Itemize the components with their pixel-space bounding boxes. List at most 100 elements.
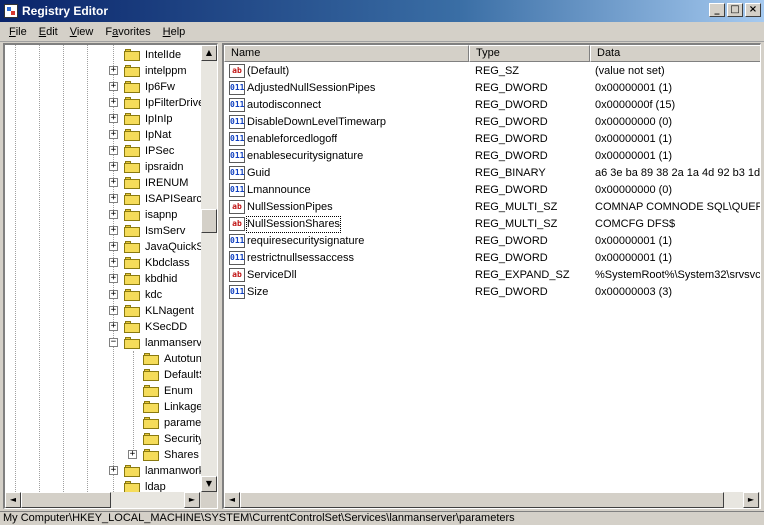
menu-favorites[interactable]: Favorites — [99, 26, 156, 38]
menu-help[interactable]: Help — [157, 26, 192, 38]
tree-expand-button[interactable]: + — [109, 162, 118, 171]
folder-icon — [124, 177, 140, 189]
tree-vertical-scrollbar[interactable]: ▲ ▼ — [201, 45, 217, 492]
tree-expand-button[interactable]: + — [128, 450, 137, 459]
tree-expand-button[interactable]: + — [109, 146, 118, 155]
value-data: 0x00000001 (1) — [595, 252, 673, 264]
list-hscroll-thumb[interactable] — [240, 492, 724, 508]
maximize-button[interactable]: □ — [727, 3, 743, 17]
tree-item[interactable]: paramet — [5, 415, 203, 431]
menu-view[interactable]: View — [64, 26, 100, 38]
tree-item[interactable]: + intelppm — [5, 63, 203, 79]
tree-item[interactable]: + JavaQuickSt — [5, 239, 203, 255]
tree-expand-button[interactable]: + — [109, 178, 118, 187]
tree-item[interactable]: IntelIde — [5, 47, 203, 63]
tree-item[interactable]: + Ip6Fw — [5, 79, 203, 95]
tree-expand-button[interactable]: + — [109, 306, 118, 315]
tree-scroll-thumb[interactable] — [201, 209, 217, 233]
tree-expand-button[interactable]: + — [109, 258, 118, 267]
title-bar[interactable]: Registry Editor _ □ × — [0, 0, 764, 22]
value-type: REG_DWORD — [475, 99, 548, 111]
values-list-pane[interactable]: Name Type Data ab (Default) REG_SZ (value n… — [222, 43, 761, 509]
tree-horizontal-scrollbar[interactable]: ◄ ► — [5, 492, 201, 508]
tree-item[interactable]: + ipsraidn — [5, 159, 203, 175]
tree-item[interactable]: ldap — [5, 479, 203, 492]
close-button[interactable]: × — [745, 3, 761, 17]
minimize-button[interactable]: _ — [709, 3, 725, 17]
tree-scroll-down-button[interactable]: ▼ — [201, 476, 217, 492]
tree-item[interactable]: Security — [5, 431, 203, 447]
tree-item[interactable]: + Kbdclass — [5, 255, 203, 271]
tree-item-label: lanmanworks — [145, 465, 203, 477]
tree-scroll-right-button[interactable]: ► — [184, 492, 200, 508]
list-row[interactable]: 011 Guid REG_BINARY a6 3e ba 89 38 2a 1a 4d… — [224, 165, 760, 182]
tree-expand-button[interactable]: + — [109, 274, 118, 283]
tree-collapse-button[interactable]: − — [109, 338, 118, 347]
tree-expand-button[interactable]: + — [109, 98, 118, 107]
list-row[interactable]: ab NullSessionShares REG_MULTI_SZ COMCFG DF… — [224, 216, 760, 233]
tree-item[interactable]: + lanmanworks — [5, 463, 203, 479]
column-header-type[interactable]: Type — [469, 45, 590, 62]
tree-hscroll-thumb[interactable] — [21, 492, 111, 508]
list-row[interactable]: 011 enableforcedlogoff REG_DWORD 0x00000001… — [224, 131, 760, 148]
key-tree-pane[interactable]: IntelIde + intelppm + Ip6Fw + IpFilterDrive + Ip… — [3, 43, 218, 509]
column-header-name[interactable]: Name — [224, 45, 469, 62]
tree-expand-button[interactable]: + — [109, 130, 118, 139]
tree-item[interactable]: + KSecDD — [5, 319, 203, 335]
list-row[interactable]: ab (Default) REG_SZ (value not set) — [224, 63, 760, 80]
folder-icon — [143, 369, 159, 381]
tree-expand-button[interactable]: + — [109, 82, 118, 91]
tree-item[interactable]: Linkage — [5, 399, 203, 415]
binary-value-icon: 011 — [229, 251, 245, 265]
tree-expand-button[interactable]: + — [109, 226, 118, 235]
tree-item[interactable]: DefaultS — [5, 367, 203, 383]
tree-item[interactable]: + IPSec — [5, 143, 203, 159]
tree-item[interactable]: + IRENUM — [5, 175, 203, 191]
tree-expand-button[interactable]: + — [109, 66, 118, 75]
tree-item[interactable]: + KLNagent — [5, 303, 203, 319]
tree-item[interactable]: + IpFilterDrive — [5, 95, 203, 111]
tree-expand-button[interactable]: + — [109, 114, 118, 123]
tree-item-label: IpFilterDrive — [145, 97, 203, 109]
tree-item[interactable]: + IpInIp — [5, 111, 203, 127]
list-row[interactable]: 011 Size REG_DWORD 0x00000003 (3) — [224, 284, 760, 301]
tree-item[interactable]: − lanmanserve — [5, 335, 203, 351]
tree-item[interactable]: + IpNat — [5, 127, 203, 143]
list-row[interactable]: ab ServiceDll REG_EXPAND_SZ %SystemRoot%\Sy… — [224, 267, 760, 284]
list-row[interactable]: 011 requiresecuritysignature REG_DWORD 0x00… — [224, 233, 760, 250]
list-row[interactable]: ab NullSessionPipes REG_MULTI_SZ COMNAP COM… — [224, 199, 760, 216]
tree-item[interactable]: Autotun — [5, 351, 203, 367]
tree-expand-button[interactable]: + — [109, 466, 118, 475]
folder-icon — [124, 145, 140, 157]
binary-value-icon: 011 — [229, 149, 245, 163]
tree-item[interactable]: + Shares — [5, 447, 203, 463]
list-row[interactable]: 011 AdjustedNullSessionPipes REG_DWORD 0x00… — [224, 80, 760, 97]
list-scroll-right-button[interactable]: ► — [743, 492, 759, 508]
tree-expand-button[interactable]: + — [109, 194, 118, 203]
tree-item[interactable]: + IsmServ — [5, 223, 203, 239]
tree-item-label: Kbdclass — [145, 257, 190, 269]
tree-scroll-left-button[interactable]: ◄ — [5, 492, 21, 508]
tree-expand-button[interactable]: + — [109, 242, 118, 251]
tree-item[interactable]: + isapnp — [5, 207, 203, 223]
list-row[interactable]: 011 restrictnullsessaccess REG_DWORD 0x0000… — [224, 250, 760, 267]
tree-item[interactable]: + kdc — [5, 287, 203, 303]
list-row[interactable]: 011 autodisconnect REG_DWORD 0x0000000f (15… — [224, 97, 760, 114]
tree-expand-button[interactable]: + — [109, 322, 118, 331]
tree-item[interactable]: Enum — [5, 383, 203, 399]
value-data: COMCFG DFS$ — [595, 218, 676, 230]
list-scroll-left-button[interactable]: ◄ — [224, 492, 240, 508]
value-type: REG_DWORD — [475, 286, 548, 298]
menu-file[interactable]: File — [3, 26, 33, 38]
list-row[interactable]: 011 enablesecuritysignature REG_DWORD 0x000… — [224, 148, 760, 165]
menu-edit[interactable]: Edit — [33, 26, 64, 38]
list-row[interactable]: 011 DisableDownLevelTimewarp REG_DWORD 0x00… — [224, 114, 760, 131]
tree-item[interactable]: + ISAPISearch — [5, 191, 203, 207]
tree-scroll-up-button[interactable]: ▲ — [201, 45, 217, 61]
tree-expand-button[interactable]: + — [109, 210, 118, 219]
column-header-data[interactable]: Data — [590, 45, 760, 62]
tree-expand-button[interactable]: + — [109, 290, 118, 299]
tree-item[interactable]: + kbdhid — [5, 271, 203, 287]
list-horizontal-scrollbar[interactable]: ◄ ► — [224, 492, 760, 508]
list-row[interactable]: 011 Lmannounce REG_DWORD 0x00000000 (0) — [224, 182, 760, 199]
